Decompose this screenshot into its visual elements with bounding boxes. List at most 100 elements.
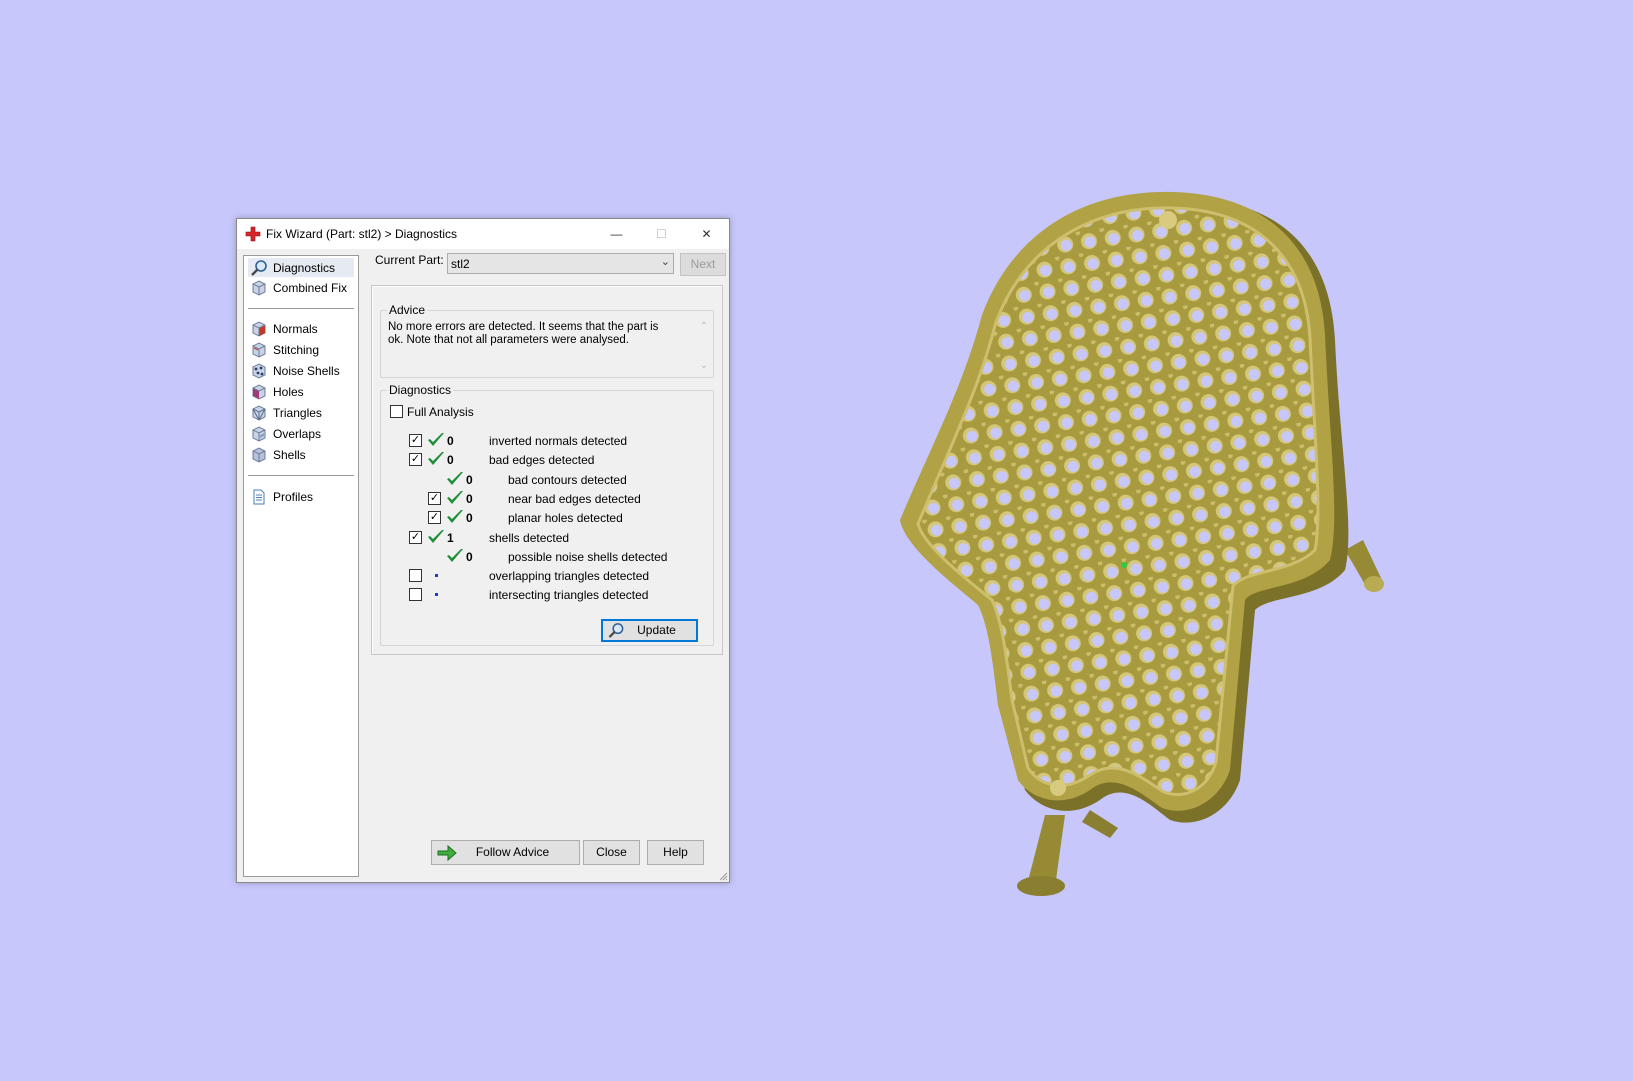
resize-grip-icon[interactable] [718, 871, 728, 881]
diagnostic-label: overlapping triangles detected [489, 569, 650, 584]
maximize-icon: ☐ [656, 227, 667, 241]
pending-dot-icon [435, 593, 438, 597]
fix-wizard-window: Fix Wizard (Part: stl2) > Diagnostics — … [236, 218, 730, 883]
diagnostic-label: planar holes detected [508, 511, 623, 526]
diagnostics-panel: Advice No more errors are detected. It s… [371, 285, 723, 655]
sidebar-item-label: Overlaps [273, 427, 322, 441]
green-check-icon [428, 452, 444, 466]
green-check-icon [447, 471, 463, 485]
diagnostic-count: 0 [447, 434, 454, 448]
diagnostic-row: ✓ 0 planar holes detected [381, 509, 701, 527]
magnifier-icon [251, 260, 267, 276]
diagnostic-count: 0 [466, 549, 473, 564]
diagnostic-label: possible noise shells detected [508, 549, 668, 564]
sidebar-item-profiles[interactable]: Profiles [248, 487, 354, 506]
green-check-icon [428, 529, 444, 543]
diagnostic-checkbox[interactable]: ✓ [428, 491, 441, 505]
sidebar-item-holes[interactable]: Holes [248, 382, 354, 401]
green-check-icon [428, 433, 444, 446]
close-button[interactable]: Close [583, 840, 640, 865]
sidebar: Diagnostics Combined Fix Normals Stitchi… [243, 255, 359, 877]
diagnostic-row: intersecting triangles detected [381, 586, 701, 604]
close-window-button[interactable]: ✕ [684, 219, 729, 249]
diagnostic-checkbox[interactable] [409, 588, 422, 602]
diagnostic-label: bad contours detected [508, 472, 627, 487]
sidebar-item-label: Shells [273, 448, 306, 462]
scroll-up-icon[interactable]: ⌃ [700, 321, 708, 332]
sidebar-item-triangles[interactable]: Triangles [248, 403, 354, 422]
diagnostic-row: ✓ 0 near bad edges detected [381, 490, 701, 508]
overlaps-cube-icon [252, 426, 266, 442]
green-check-icon [447, 490, 463, 504]
update-label: Update [637, 623, 676, 637]
sidebar-item-noise-shells[interactable]: Noise Shells [248, 361, 354, 380]
diagnostic-count: 0 [447, 453, 454, 468]
noise-shells-icon [252, 363, 266, 379]
sidebar-item-label: Normals [273, 322, 318, 336]
sidebar-item-shells[interactable]: Shells [248, 445, 354, 464]
minimize-icon: — [610, 227, 623, 241]
next-button[interactable]: Next [680, 253, 726, 276]
document-icon [253, 489, 265, 505]
diagnostics-group: Diagnostics Full Analysis ✓ 0 inverted nor… [380, 383, 714, 646]
diagnostics-title: Diagnostics [387, 383, 454, 397]
sidebar-item-normals[interactable]: Normals [248, 319, 354, 338]
chevron-down-icon: ⌄ [660, 256, 670, 268]
diagnostic-checkbox[interactable]: ✓ [409, 453, 422, 467]
diagnostic-row: ✓ 1 shells detected [381, 529, 701, 547]
minimize-button[interactable]: — [594, 219, 639, 249]
diagnostic-checkbox[interactable]: ✓ [428, 511, 441, 525]
diagnostic-count: 0 [466, 472, 473, 487]
diagnostic-label: shells detected [489, 530, 570, 545]
green-arrow-icon [437, 844, 457, 862]
sidebar-item-combined-fix[interactable]: Combined Fix [248, 278, 354, 297]
close-icon: ✕ [701, 227, 712, 241]
follow-advice-label: Follow Advice [475, 845, 550, 859]
sidebar-divider [248, 308, 354, 310]
diagnostic-label: intersecting triangles detected [489, 588, 649, 603]
current-part-value: stl2 [451, 257, 470, 271]
advice-title: Advice [387, 303, 428, 317]
stitching-cube-icon [252, 342, 266, 358]
sidebar-item-overlaps[interactable]: Overlaps [248, 424, 354, 443]
diagnostic-count: 1 [447, 530, 454, 545]
advice-text: No more errors are detected. It seems th… [388, 321, 659, 346]
diagnostic-row: ✓ 0 bad edges detected [381, 451, 701, 469]
sidebar-item-stitching[interactable]: Stitching [248, 340, 354, 359]
diagnostic-checkbox[interactable] [409, 569, 422, 583]
hamsa-3d-model[interactable] [900, 190, 1440, 960]
full-analysis-checkbox[interactable] [390, 405, 403, 418]
diagnostic-count: 0 [466, 511, 473, 526]
diagnostic-row: 0 possible noise shells detected [381, 548, 701, 566]
advice-textbox[interactable]: No more errors are detected. It seems th… [384, 317, 710, 373]
sidebar-divider [248, 475, 354, 477]
diagnostic-label: bad edges detected [489, 453, 595, 468]
diagnostic-checkbox[interactable]: ✓ [409, 434, 422, 447]
sidebar-item-label: Holes [273, 385, 304, 399]
triangles-cube-icon [252, 405, 266, 421]
magnifier-icon [608, 623, 624, 638]
diagnostic-count: 0 [466, 491, 473, 506]
diagnostic-row: overlapping triangles detected [381, 567, 701, 585]
window-title: Fix Wizard (Part: stl2) > Diagnostics [266, 227, 458, 241]
help-button[interactable]: Help [647, 840, 704, 865]
green-check-icon [447, 548, 463, 562]
advice-group: Advice No more errors are detected. It s… [380, 303, 714, 378]
sidebar-item-label: Noise Shells [273, 364, 340, 378]
shells-cube-icon [252, 447, 266, 463]
green-check-icon [447, 510, 463, 524]
sidebar-item-label: Combined Fix [273, 281, 348, 295]
sidebar-item-label: Diagnostics [273, 261, 336, 275]
title-bar[interactable]: Fix Wizard (Part: stl2) > Diagnostics — … [237, 219, 729, 249]
diagnostic-row: 0 bad contours detected [381, 471, 701, 489]
diagnostic-row: ✓ 0 inverted normals detected [381, 432, 701, 450]
holes-cube-icon [252, 384, 266, 400]
scroll-down-icon[interactable]: ⌄ [700, 360, 708, 371]
pending-dot-icon [435, 574, 438, 578]
maximize-button[interactable]: ☐ [639, 219, 684, 249]
diagnostic-checkbox[interactable]: ✓ [409, 530, 422, 544]
sidebar-item-diagnostics[interactable]: Diagnostics [248, 258, 354, 277]
follow-advice-button[interactable]: Follow Advice [431, 840, 580, 865]
update-button[interactable]: Update [601, 619, 698, 642]
current-part-select[interactable]: stl2 ⌄ [447, 253, 674, 274]
